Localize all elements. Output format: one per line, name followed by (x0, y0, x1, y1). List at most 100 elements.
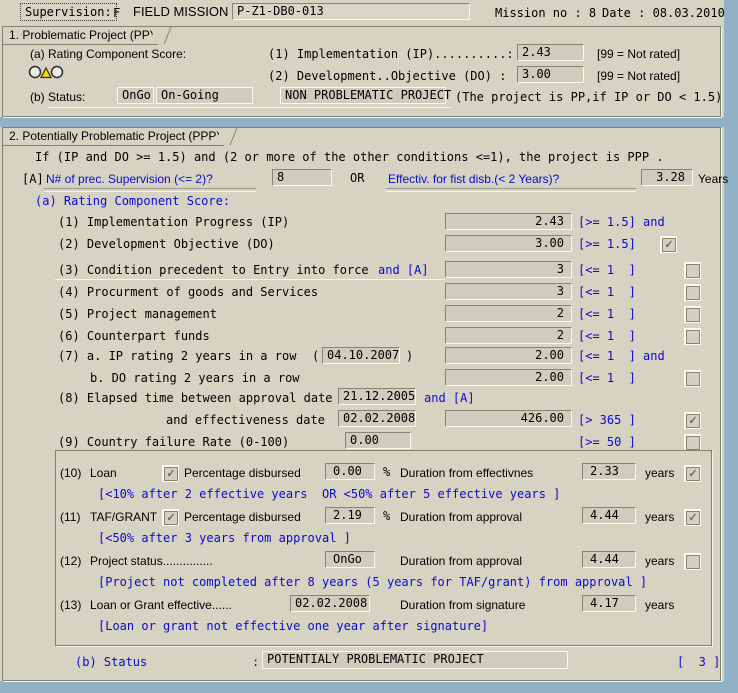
row13-duration-field[interactable]: 4.17 (582, 595, 636, 612)
row10-loan-checkbox[interactable]: ✓ (162, 465, 179, 482)
ppp-status-colon: : (252, 655, 259, 669)
row8b-effectiveness-date-field[interactable]: 02.02.2008 (338, 410, 416, 427)
row12-duration-field[interactable]: 4.44 (582, 551, 636, 568)
row12-years-label: years (645, 554, 674, 568)
ppp-status-field[interactable]: POTENTIALY PROBLEMATIC PROJECT (262, 651, 568, 669)
mission-number-label: Mission no : 8 (495, 6, 596, 20)
row10-duration-label: Duration from effectivnes (400, 466, 533, 480)
row11-result-checkbox[interactable]: ✓ (684, 509, 701, 526)
row9-label: (9) Country failure Rate (0-100) (58, 435, 289, 449)
mission-code-field[interactable]: P-Z1-DB0-013 (232, 3, 470, 20)
status-code-field[interactable]: OnGo (117, 87, 154, 104)
effectiveness-question: Effectiv. for fist disb.(< 2 Years)? (388, 172, 559, 186)
row11-duration-field[interactable]: 4.44 (582, 507, 636, 524)
row12-rule-label: [Project not completed after 8 years (5 … (98, 575, 647, 589)
row7b-checkbox[interactable] (684, 370, 701, 387)
row7a-value-field[interactable]: 2.00 (445, 347, 572, 364)
row7a-date-field[interactable]: 04.10.2007 (322, 347, 400, 364)
row7a-label: (7) a. IP rating 2 years in a row (58, 349, 296, 363)
ppp-status-code: [ 3 ] (677, 655, 720, 669)
ip-score-label: (1) Implementation (IP)..........: (268, 47, 514, 61)
prev-supervision-question: N# of prec. Supervision (<= 2)? (46, 172, 213, 186)
row10-result-checkbox[interactable]: ✓ (684, 465, 701, 482)
row3-checkbox[interactable] (684, 262, 701, 279)
row6-value-field[interactable]: 2 (445, 327, 572, 344)
do-score-label: (2) Development..Objective (DO) : (268, 69, 506, 83)
row10-years-label: years (645, 466, 674, 480)
row9-condition: [>= 50 ] (578, 435, 636, 449)
row13-effective-date-field[interactable]: 02.02.2008 (290, 595, 370, 612)
row3-condition: [<= 1 ] (578, 263, 636, 277)
row8-approval-date-field[interactable]: 21.12.2005 (338, 388, 416, 405)
row2-checkmark: ✓ (662, 238, 676, 252)
row1-condition: [>= 1.5] and (578, 215, 665, 229)
row5-checkmark (686, 308, 700, 322)
row11-taf-checkbox[interactable]: ✓ (162, 509, 179, 526)
row7b-condition: [<= 1 ] (578, 371, 636, 385)
row6-label: (6) Counterpart funds (58, 329, 210, 343)
status-underline (48, 107, 452, 108)
ppp-status-label: (b) Status (75, 655, 147, 669)
row12-status-field[interactable]: OnGo (325, 551, 375, 568)
row10-rule-label: [<10% after 2 effective years OR <50% af… (98, 487, 560, 501)
row3-label-suffix: and [A] (378, 263, 429, 277)
row5-value-field[interactable]: 2 (445, 305, 572, 322)
row8b-elapsed-days-field[interactable]: 426.00 (445, 410, 572, 427)
row11-percent-field[interactable]: 2.19 (325, 507, 375, 524)
pp-status-field[interactable]: NON PROBLEMATIC PROJECT (280, 87, 446, 104)
row11-years-label: years (645, 510, 674, 524)
status-name-field[interactable]: On-Going (156, 87, 253, 104)
row13-duration-label: Duration from signature (400, 598, 525, 612)
row10-duration-field[interactable]: 2.33 (582, 463, 636, 480)
row2-condition: [>= 1.5] (578, 237, 636, 251)
row6-checkbox[interactable] (684, 328, 701, 345)
effectiveness-years-field[interactable]: 3.28 (641, 169, 693, 186)
years-unit-label: Years (698, 172, 728, 186)
section1-tab: 1. Problematic Project (PP) (3, 27, 158, 45)
row3-checkmark (686, 264, 700, 278)
row12-result-checkbox[interactable] (684, 553, 701, 570)
row3-label: (3) Condition precedent to Entry into fo… (58, 263, 369, 277)
row13-years-label: years (645, 598, 674, 612)
field-mission-label: FIELD MISSION (133, 5, 228, 19)
row10-loan-label: Loan (90, 466, 117, 480)
row11-taf-grant-label: TAF/GRANT (90, 510, 157, 524)
row4-checkbox[interactable] (684, 284, 701, 301)
row9-checkmark (686, 436, 700, 450)
row2-checkbox[interactable]: ✓ (660, 236, 677, 253)
row10-percent-field[interactable]: 0.00 (325, 463, 375, 480)
row7a-condition: [<= 1 ] and (578, 349, 665, 363)
row4-label: (4) Procurment of goods and Services (58, 285, 318, 299)
row3-underline (55, 279, 445, 280)
supervision-menu-item[interactable]: Supervision: (20, 3, 117, 21)
row11-number: (11) (60, 510, 80, 524)
row11-taf-checkmark: ✓ (164, 511, 178, 525)
section2-tab: 2. Potentially Problematic Project (PPP) (3, 128, 224, 146)
row10-loan-checkmark: ✓ (164, 467, 178, 481)
ip-score-field[interactable]: 2.43 (517, 44, 584, 61)
row5-checkbox[interactable] (684, 306, 701, 323)
row8b-condition: [> 365 ] (578, 413, 636, 427)
row8b-checkbox[interactable]: ✓ (684, 412, 701, 429)
row1-value-field[interactable]: 2.43 (445, 213, 572, 230)
row2-value-field[interactable]: 3.00 (445, 235, 572, 252)
row9-checkbox[interactable] (684, 434, 701, 451)
row5-label: (5) Project management (58, 307, 217, 321)
row9-value-field[interactable]: 0.00 (345, 432, 411, 449)
row13-number: (13) (60, 598, 81, 612)
section1-status-label: (b) Status: (30, 90, 85, 104)
prev-supervision-field[interactable]: 8 (272, 169, 332, 186)
row8-and-a-label: and [A] (424, 391, 475, 405)
q1-underline (44, 188, 256, 192)
row4-value-field[interactable]: 3 (445, 283, 572, 300)
row7a-paren-close: ) (406, 349, 413, 363)
row7b-value-field[interactable]: 2.00 (445, 369, 572, 386)
row10-number: (10) (60, 466, 81, 480)
row11-duration-label: Duration from approval (400, 510, 522, 524)
do-score-field[interactable]: 3.00 (517, 66, 584, 83)
row2-label: (2) Development Objective (DO) (58, 237, 275, 251)
row8-label: (8) Elapsed time between approval date (58, 391, 333, 405)
row13-effective-label: Loan or Grant effective...... (90, 598, 232, 612)
row4-condition: [<= 1 ] (578, 285, 636, 299)
row3-value-field[interactable]: 3 (445, 261, 572, 278)
